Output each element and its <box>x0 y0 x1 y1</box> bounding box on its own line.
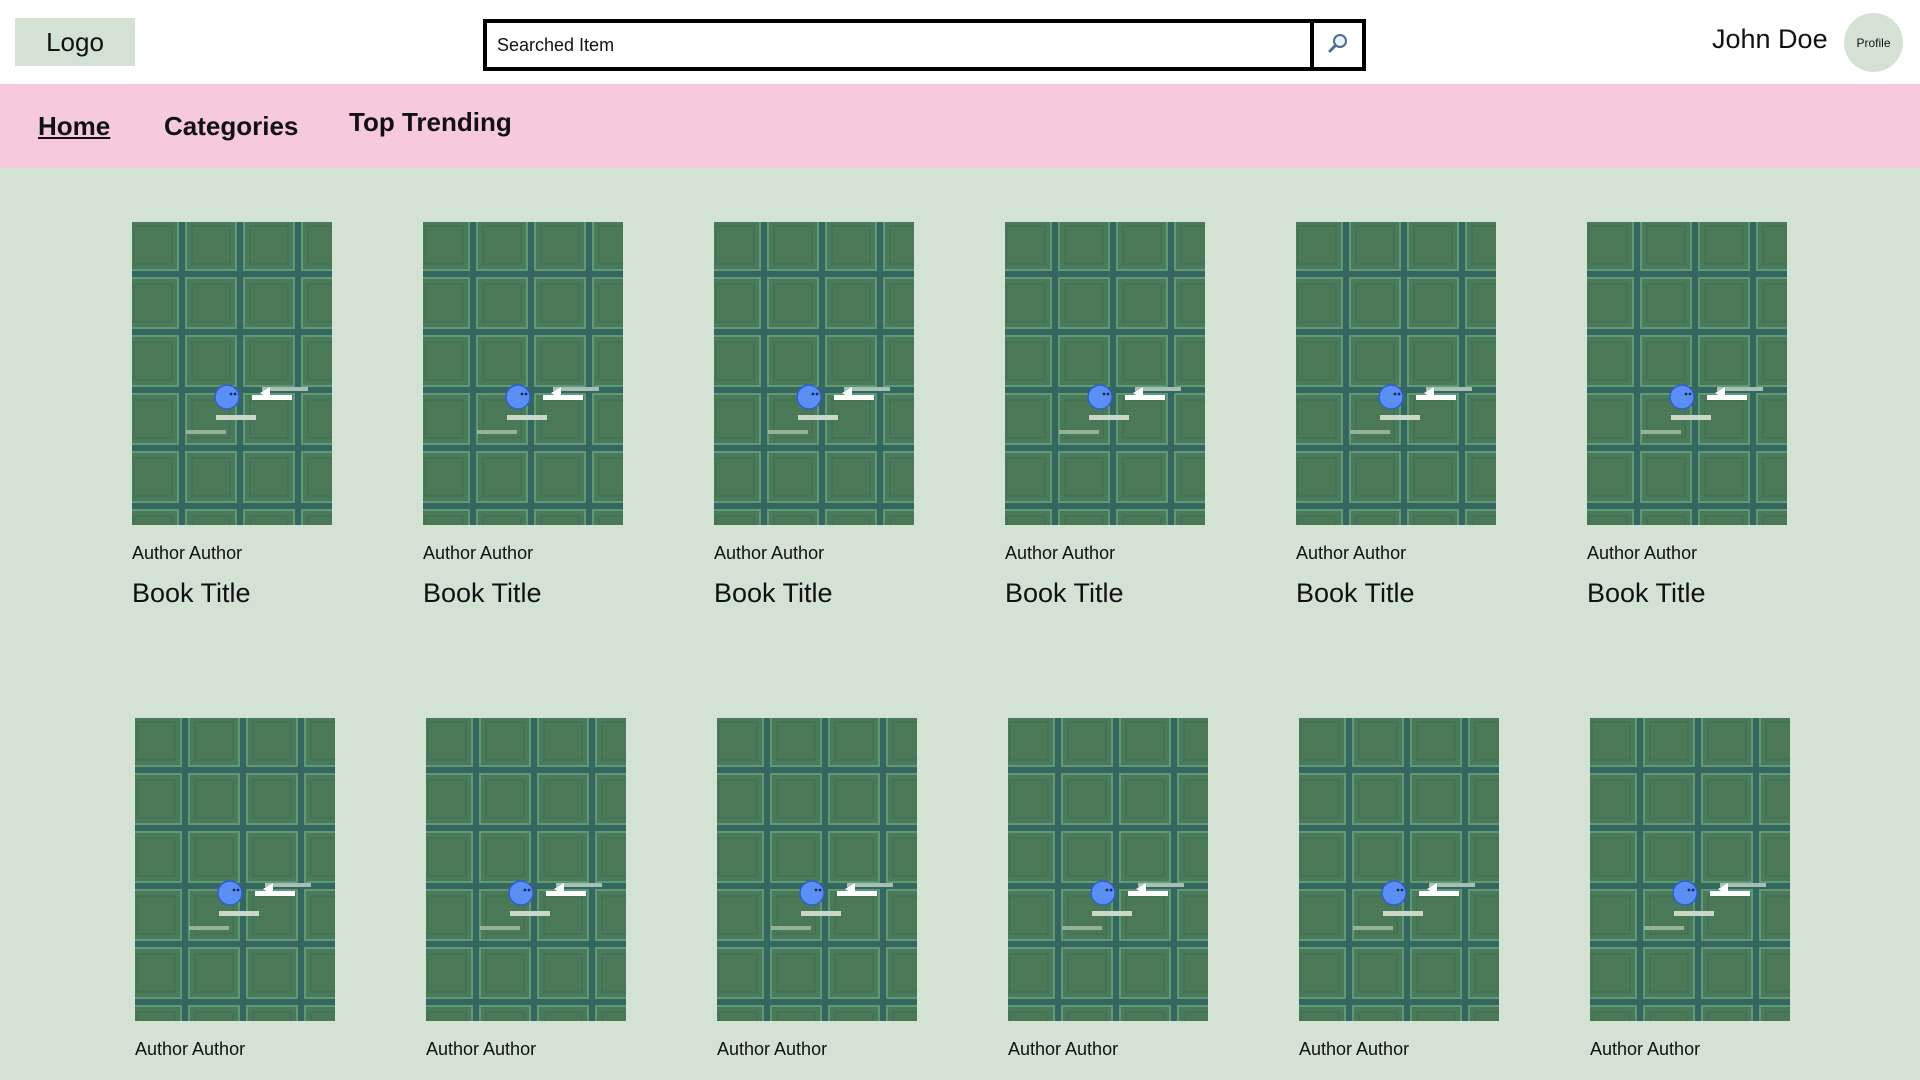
book-title[interactable]: Book Title <box>714 578 914 609</box>
user-name: John Doe <box>1712 24 1828 54</box>
profile-avatar[interactable]: Profile <box>1844 13 1903 72</box>
book-cover-image[interactable] <box>135 718 335 1021</box>
book-author: Author Author <box>1296 543 1407 563</box>
nav-home[interactable]: Home <box>38 111 110 142</box>
book-author: Author Author <box>714 543 825 563</box>
book-title[interactable]: Book Title <box>132 578 332 609</box>
book-card[interactable]: Author Author Book Title <box>1296 222 1496 609</box>
book-cover-image[interactable] <box>1587 222 1787 525</box>
nav-categories[interactable]: Categories <box>164 111 298 142</box>
book-cover-image[interactable] <box>1296 222 1496 525</box>
book-author: Author Author <box>717 1039 828 1059</box>
book-author: Author Author <box>1005 543 1116 563</box>
main-nav: Home Categories Top Trending <box>0 84 1920 168</box>
book-cover-image[interactable] <box>717 718 917 1021</box>
search-bar <box>483 19 1366 71</box>
top-header: Logo John Doe Profile <box>0 0 1920 84</box>
book-author: Author Author <box>1299 1039 1410 1059</box>
book-card[interactable]: Author Author <box>1590 718 1790 1060</box>
book-author: Author Author <box>1587 543 1698 563</box>
book-title[interactable]: Book Title <box>1296 578 1496 609</box>
search-button[interactable] <box>1310 23 1362 67</box>
book-card[interactable]: Author Author <box>135 718 335 1060</box>
book-card[interactable]: Author Author <box>717 718 917 1060</box>
logo[interactable]: Logo <box>15 18 135 66</box>
book-author: Author Author <box>135 1039 246 1059</box>
book-card[interactable]: Author Author Book Title <box>714 222 914 609</box>
book-author: Author Author <box>1590 1039 1701 1059</box>
book-cover-image[interactable] <box>714 222 914 525</box>
book-author: Author Author <box>132 543 243 563</box>
book-title[interactable]: Book Title <box>1005 578 1205 609</box>
book-cover-image[interactable] <box>1590 718 1790 1021</box>
book-card[interactable]: Author Author Book Title <box>1005 222 1205 609</box>
book-title[interactable]: Book Title <box>423 578 623 609</box>
book-cover-image[interactable] <box>1005 222 1205 525</box>
book-cover-image[interactable] <box>1008 718 1208 1021</box>
search-input[interactable] <box>487 23 1310 67</box>
book-card[interactable]: Author Author Book Title <box>1587 222 1787 609</box>
book-cover-image[interactable] <box>132 222 332 525</box>
book-cover-image[interactable] <box>423 222 623 525</box>
book-card[interactable]: Author Author Book Title <box>423 222 623 609</box>
book-author: Author Author <box>423 543 534 563</box>
book-cover-image[interactable] <box>426 718 626 1021</box>
book-card[interactable]: Author Author Book Title <box>132 222 332 609</box>
book-cover-image[interactable] <box>1299 718 1499 1021</box>
book-title[interactable]: Book Title <box>1587 578 1787 609</box>
book-author: Author Author <box>1008 1039 1119 1059</box>
book-card[interactable]: Author Author <box>426 718 626 1060</box>
search-icon <box>1326 31 1350 60</box>
book-author: Author Author <box>426 1039 537 1059</box>
book-card[interactable]: Author Author <box>1299 718 1499 1060</box>
nav-top-trending[interactable]: Top Trending <box>349 107 512 138</box>
book-card[interactable]: Author Author <box>1008 718 1208 1060</box>
